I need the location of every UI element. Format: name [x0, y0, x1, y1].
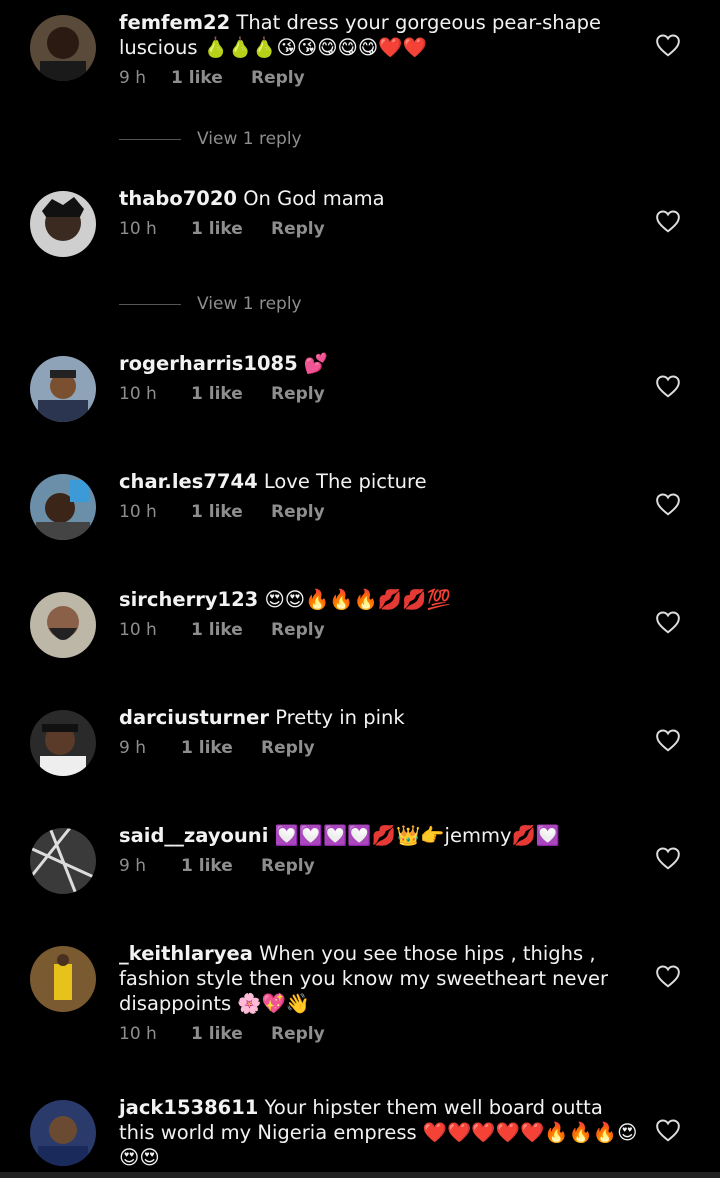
- comment-time: 10 h: [119, 1024, 157, 1044]
- heart-outline-icon[interactable]: [655, 964, 681, 988]
- username[interactable]: jack1538611: [119, 1096, 258, 1119]
- comment-text: 💟💟💟💟💋👑👉jemmy💋💟: [274, 824, 561, 847]
- comment-text: On God mama: [243, 187, 385, 210]
- avatar[interactable]: [30, 1100, 96, 1166]
- comment-body: _keithlaryea When you see those hips , t…: [119, 941, 639, 1044]
- like-count[interactable]: 1 like: [191, 1024, 271, 1044]
- comment-time: 9 h: [119, 856, 146, 876]
- reply-button[interactable]: Reply: [261, 738, 315, 758]
- heart-outline-icon[interactable]: [655, 1118, 681, 1142]
- avatar[interactable]: [30, 946, 96, 1012]
- like-count[interactable]: 1 like: [191, 219, 271, 239]
- like-count[interactable]: 1 like: [181, 856, 261, 876]
- like-count[interactable]: 1 like: [181, 738, 261, 758]
- comment-text: Love The picture: [263, 470, 427, 493]
- system-navigation-bar: [0, 1172, 720, 1178]
- reply-button[interactable]: Reply: [271, 502, 325, 522]
- username[interactable]: _keithlaryea: [119, 942, 253, 965]
- reply-button[interactable]: Reply: [271, 1024, 325, 1044]
- avatar[interactable]: [30, 356, 96, 422]
- avatar[interactable]: [30, 15, 96, 81]
- view-replies-button[interactable]: View 1 reply: [119, 129, 302, 149]
- comment-body: femfem22 That dress your gorgeous pear-s…: [119, 10, 639, 88]
- heart-outline-icon[interactable]: [655, 728, 681, 752]
- heart-outline-icon[interactable]: [655, 846, 681, 870]
- like-count[interactable]: 1 like: [191, 502, 271, 522]
- comment-body: rogerharris1085 💕 10 h 1 like Reply: [119, 351, 639, 404]
- reply-button[interactable]: Reply: [251, 68, 305, 88]
- divider: [119, 303, 181, 305]
- comment-time: 10 h: [119, 384, 157, 404]
- view-replies-button[interactable]: View 1 reply: [119, 294, 302, 314]
- username[interactable]: thabo7020: [119, 187, 237, 210]
- username[interactable]: femfem22: [119, 11, 230, 34]
- reply-button[interactable]: Reply: [261, 856, 315, 876]
- reply-button[interactable]: Reply: [271, 620, 325, 640]
- comment-body: said__zayouni 💟💟💟💟💋👑👉jemmy💋💟 9 h 1 like …: [119, 823, 639, 876]
- comment-text: Pretty in pink: [275, 706, 405, 729]
- comment-time: 10 h: [119, 219, 157, 239]
- like-count[interactable]: 1 like: [171, 68, 251, 88]
- like-count[interactable]: 1 like: [191, 620, 271, 640]
- avatar[interactable]: [30, 191, 96, 257]
- heart-outline-icon[interactable]: [655, 492, 681, 516]
- divider: [119, 138, 181, 140]
- heart-outline-icon[interactable]: [655, 33, 681, 57]
- comment-time: 10 h: [119, 502, 157, 522]
- comment-time: 10 h: [119, 620, 157, 640]
- reply-button[interactable]: Reply: [271, 219, 325, 239]
- like-count[interactable]: 1 like: [191, 384, 271, 404]
- reply-button[interactable]: Reply: [271, 384, 325, 404]
- comment-body: thabo7020 On God mama 10 h 1 like Reply: [119, 186, 639, 239]
- comment-text: 💕: [303, 352, 329, 375]
- comment-body: sircherry123 😍😍🔥🔥🔥💋💋💯 10 h 1 like Reply: [119, 587, 639, 640]
- username[interactable]: said__zayouni: [119, 824, 268, 847]
- comment-body: jack1538611 Your hipster them well board…: [119, 1095, 639, 1170]
- heart-outline-icon[interactable]: [655, 209, 681, 233]
- username[interactable]: char.les7744: [119, 470, 258, 493]
- comment-body: char.les7744 Love The picture 10 h 1 lik…: [119, 469, 639, 522]
- comment-body: darciusturner Pretty in pink 9 h 1 like …: [119, 705, 639, 758]
- heart-outline-icon[interactable]: [655, 610, 681, 634]
- avatar[interactable]: [30, 474, 96, 540]
- comment-text: 😍😍🔥🔥🔥💋💋💯: [264, 588, 451, 611]
- avatar[interactable]: [30, 828, 96, 894]
- comment-time: 9 h: [119, 738, 146, 758]
- username[interactable]: sircherry123: [119, 588, 258, 611]
- avatar[interactable]: [30, 592, 96, 658]
- comment-time: 9 h: [119, 68, 146, 88]
- heart-outline-icon[interactable]: [655, 374, 681, 398]
- username[interactable]: darciusturner: [119, 706, 269, 729]
- username[interactable]: rogerharris1085: [119, 352, 298, 375]
- avatar[interactable]: [30, 710, 96, 776]
